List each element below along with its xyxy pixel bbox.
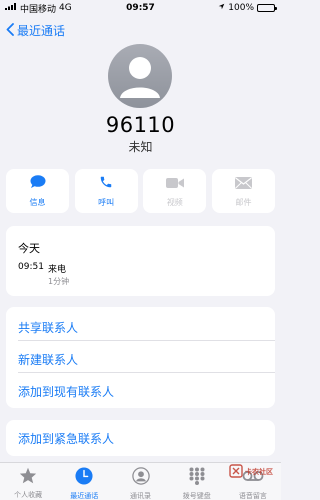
tab-label: 个人收藏 — [14, 491, 43, 499]
tab-recents[interactable]: 最近通话 — [56, 463, 112, 500]
battery-icon — [257, 4, 277, 12]
tab-label: 拨号键盘 — [182, 492, 211, 500]
back-label: 最近通话 — [17, 24, 66, 38]
add-emergency-contact-link[interactable]: 添加到紧急联系人 — [18, 430, 114, 447]
phone-icon — [99, 174, 113, 193]
history-time: 09:51 — [18, 262, 44, 272]
tab-favorites[interactable]: 个人收藏 — [0, 463, 56, 500]
person-icon — [120, 57, 160, 98]
call-label: 呼叫 — [98, 198, 115, 207]
video-label: 视频 — [166, 198, 183, 207]
call-history-card: 今天 09:51 来电 1分钟 — [6, 226, 275, 296]
tab-label: 语音留言 — [238, 492, 267, 500]
action-row: 信息 呼叫 视频 邮件 — [6, 169, 275, 213]
mail-label: 邮件 — [235, 198, 252, 207]
message-label: 信息 — [29, 198, 46, 207]
tab-keypad[interactable]: 拨号键盘 — [169, 463, 225, 500]
new-contact-link[interactable]: 新建联系人 — [18, 351, 78, 368]
contacts-icon — [131, 467, 150, 489]
video-button[interactable]: 视频 — [143, 169, 207, 213]
mail-icon — [234, 174, 252, 193]
video-icon — [165, 174, 184, 193]
star-icon — [19, 467, 37, 488]
contact-avatar — [108, 44, 172, 108]
share-contact-link[interactable]: 共享联系人 — [18, 319, 78, 336]
divider — [18, 340, 275, 341]
tab-label: 最近通话 — [70, 492, 99, 500]
contact-number: 96110 — [105, 113, 176, 137]
watermark-text: 卡农社区 — [245, 468, 273, 476]
tab-label: 通讯录 — [130, 492, 151, 500]
history-day: 今天 — [18, 242, 40, 255]
add-to-existing-contact-link[interactable]: 添加到现有联系人 — [18, 383, 114, 400]
status-bar: 中国移动 4G 09:57 100% — [0, 0, 281, 16]
back-button[interactable]: 最近通话 — [6, 22, 65, 39]
history-call-type: 来电 — [48, 265, 67, 275]
emergency-card: 添加到紧急联系人 — [6, 420, 275, 456]
chevron-left-icon — [6, 22, 14, 39]
contact-options-card: 共享联系人 新建联系人 添加到现有联系人 — [6, 307, 275, 408]
battery-percent: 100% — [228, 3, 254, 13]
mail-button[interactable]: 邮件 — [211, 169, 275, 213]
message-button[interactable]: 信息 — [6, 169, 69, 213]
keypad-icon — [189, 467, 205, 489]
contact-label: 未知 — [128, 140, 153, 154]
watermark-logo-icon — [229, 463, 243, 482]
call-button[interactable]: 呼叫 — [74, 169, 138, 213]
watermark: 卡农社区 — [229, 462, 273, 482]
tab-contacts[interactable]: 通讯录 — [112, 463, 168, 500]
status-right: 100% — [218, 3, 277, 13]
message-icon — [30, 174, 46, 193]
divider — [18, 372, 275, 373]
history-duration: 1分钟 — [48, 277, 70, 286]
location-icon — [218, 3, 225, 13]
clock-icon — [75, 467, 93, 489]
